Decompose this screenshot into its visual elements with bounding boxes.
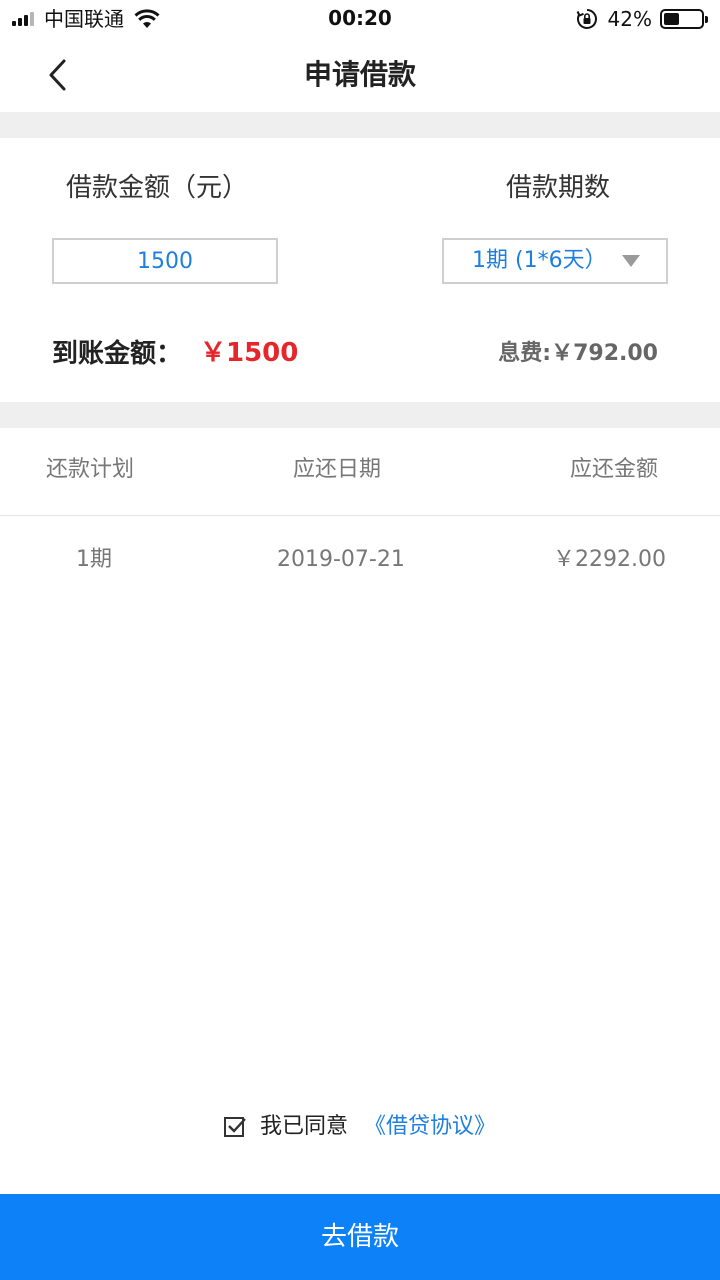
status-right: 42% bbox=[576, 6, 708, 32]
battery-tip bbox=[705, 16, 708, 23]
header-due-date: 应还日期 bbox=[293, 457, 382, 482]
battery-fill bbox=[664, 13, 680, 25]
header-due-amount: 应还金额 bbox=[569, 457, 658, 482]
received-amount-label: 到账金额： bbox=[52, 339, 183, 369]
agreement-checkbox[interactable] bbox=[223, 1117, 246, 1137]
section-divider-top bbox=[0, 112, 720, 138]
agreement-link[interactable]: 《借贷协议》 bbox=[364, 1111, 496, 1143]
rotation-lock-icon bbox=[576, 9, 597, 29]
table-row: 1期 2019-07-21 ￥2292.00 bbox=[0, 516, 720, 604]
repayment-table-header: 还款计划 应还日期 应还金额 bbox=[0, 428, 720, 516]
status-bar: 中国联通 00:20 42% bbox=[0, 0, 720, 38]
row-due-amount: ￥2292.00 bbox=[553, 547, 666, 572]
agreement-text: 我已同意 bbox=[259, 1114, 348, 1139]
battery-percent: 42% bbox=[607, 7, 652, 31]
term-select[interactable]: 1期 (1*6天） bbox=[442, 238, 668, 284]
row-period: 1期 bbox=[76, 547, 112, 572]
header-plan: 还款计划 bbox=[46, 457, 135, 482]
triangle-down-icon bbox=[622, 255, 640, 267]
agreement-row: 我已同意 《借贷协议》 bbox=[0, 1110, 720, 1144]
row-due-date: 2019-07-21 bbox=[277, 547, 405, 572]
battery-icon bbox=[660, 9, 708, 29]
received-amount-value: ￥1500 bbox=[200, 338, 299, 368]
checkmark-icon bbox=[228, 1118, 246, 1133]
page-title: 申请借款 bbox=[303, 58, 416, 91]
term-value: 1期 (1*6天） bbox=[472, 248, 607, 273]
fee-text: 息费:￥792.00 bbox=[498, 341, 658, 366]
term-label: 借款期数 bbox=[505, 173, 610, 203]
submit-loan-button[interactable]: 去借款 bbox=[0, 1194, 720, 1280]
amount-label: 借款金额（元） bbox=[66, 173, 249, 203]
section-divider-middle bbox=[0, 402, 720, 428]
amount-input[interactable] bbox=[52, 238, 278, 284]
nav-bar: 申请借款 bbox=[0, 38, 720, 112]
